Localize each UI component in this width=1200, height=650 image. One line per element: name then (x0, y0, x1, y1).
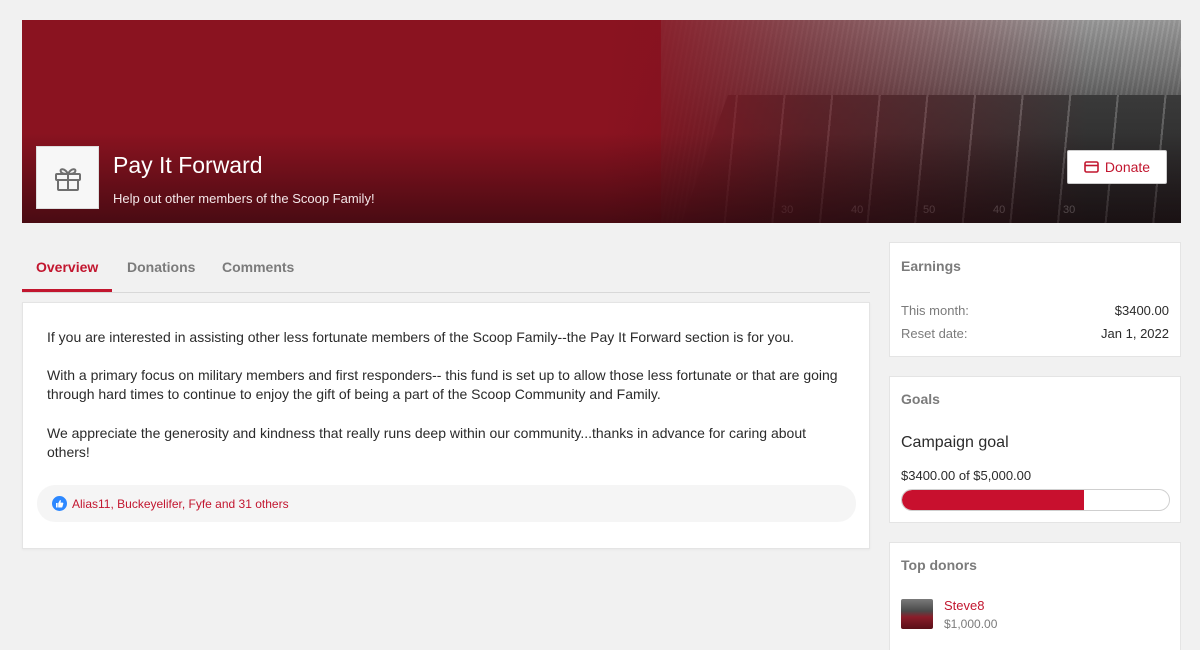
thumbs-up-icon (52, 496, 67, 511)
widget-title: Top donors (901, 557, 977, 573)
reactions-bar[interactable]: Alias11, Buckeyelifer, Fyfe and 31 other… (37, 485, 856, 522)
goal-progress-bar (901, 489, 1170, 511)
tab-overview[interactable]: Overview (36, 259, 98, 275)
active-tab-indicator (22, 289, 112, 292)
overview-paragraph: We appreciate the generosity and kindnes… (47, 425, 807, 460)
widget-title: Goals (901, 391, 940, 407)
this-month-value: $3400.00 (1114, 303, 1169, 318)
credit-card-icon (1084, 161, 1099, 173)
reactions-text[interactable]: Alias11, Buckeyelifer, Fyfe and 31 other… (72, 497, 289, 511)
overview-card: If you are interested in assisting other… (22, 302, 870, 549)
page-title: Pay It Forward (113, 152, 263, 178)
widget-title: Earnings (901, 258, 961, 274)
overview-paragraph: With a primary focus on military members… (47, 367, 838, 402)
top-donors-widget: Top donors Steve8 $1,000.00 (889, 542, 1181, 650)
earnings-widget: Earnings This month: $3400.00 Reset date… (889, 242, 1181, 357)
goals-widget: Goals Campaign goal $3400.00 of $5,000.0… (889, 376, 1181, 523)
goal-progress-text: $3400.00 of $5,000.00 (901, 468, 1032, 483)
donor-amount: $1,000.00 (944, 617, 998, 631)
tab-donations[interactable]: Donations (127, 259, 195, 275)
avatar[interactable] (901, 599, 933, 629)
page-subtitle: Help out other members of the Scoop Fami… (113, 191, 375, 206)
campaign-goal-name: Campaign goal (901, 434, 1009, 451)
donate-button[interactable]: Donate (1067, 150, 1167, 184)
campaign-icon (36, 146, 99, 209)
reset-date-value: Jan 1, 2022 (1101, 326, 1169, 341)
tab-comments[interactable]: Comments (222, 259, 294, 275)
reset-date-label: Reset date: (901, 326, 968, 341)
tab-bar: Overview Donations Comments (22, 243, 870, 293)
this-month-label: This month: (901, 303, 969, 318)
overview-paragraph: If you are interested in assisting other… (47, 329, 794, 345)
donate-label: Donate (1104, 159, 1151, 175)
goal-progress-fill (902, 490, 1084, 510)
gift-icon (54, 167, 81, 191)
donor-name[interactable]: Steve8 (944, 598, 984, 613)
